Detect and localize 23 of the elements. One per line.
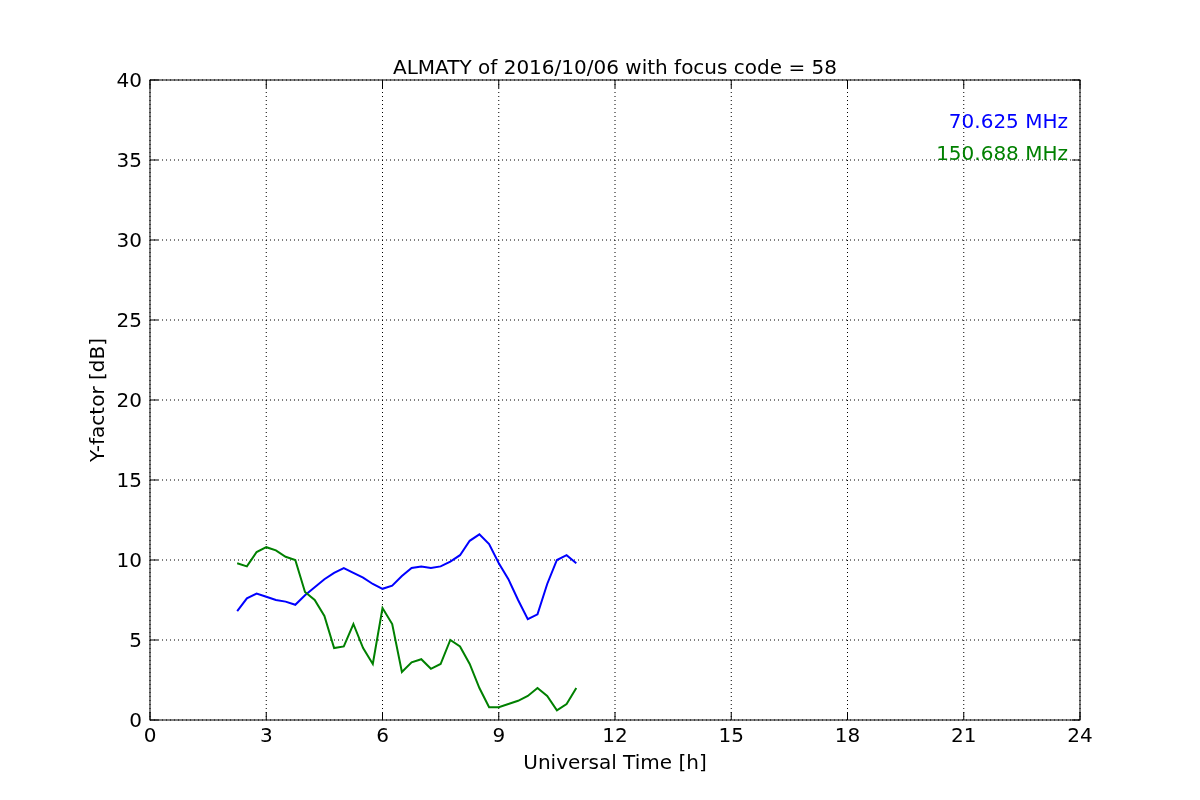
legend-label: 70.625 MHz	[948, 109, 1068, 133]
y-tick-label: 20	[116, 388, 142, 412]
x-tick-label: 24	[1067, 723, 1093, 747]
y-tick-label: 15	[116, 468, 142, 492]
x-tick-label: 3	[259, 723, 273, 747]
y-tick-label: 30	[116, 228, 142, 252]
y-tick-label: 40	[116, 68, 142, 92]
x-tick-label: 15	[718, 723, 744, 747]
legend-label: 150.688 MHz	[936, 141, 1068, 165]
y-axis-label: Y-factor [dB]	[85, 338, 109, 462]
x-tick-label: 0	[143, 723, 157, 747]
y-tick-label: 0	[129, 708, 142, 732]
x-tick-label: 21	[951, 723, 977, 747]
y-tick-label: 5	[129, 628, 142, 652]
x-tick-label: 6	[376, 723, 389, 747]
x-tick-label: 12	[602, 723, 628, 747]
x-axis-label: Universal Time [h]	[523, 750, 707, 774]
chart-title: ALMATY of 2016/10/06 with focus code = 58	[393, 55, 837, 79]
x-tick-label: 9	[492, 723, 506, 747]
y-tick-label: 35	[116, 148, 142, 172]
x-tick-label: 18	[834, 723, 861, 747]
y-tick-label: 25	[116, 308, 142, 332]
y-tick-label: 10	[116, 548, 142, 572]
